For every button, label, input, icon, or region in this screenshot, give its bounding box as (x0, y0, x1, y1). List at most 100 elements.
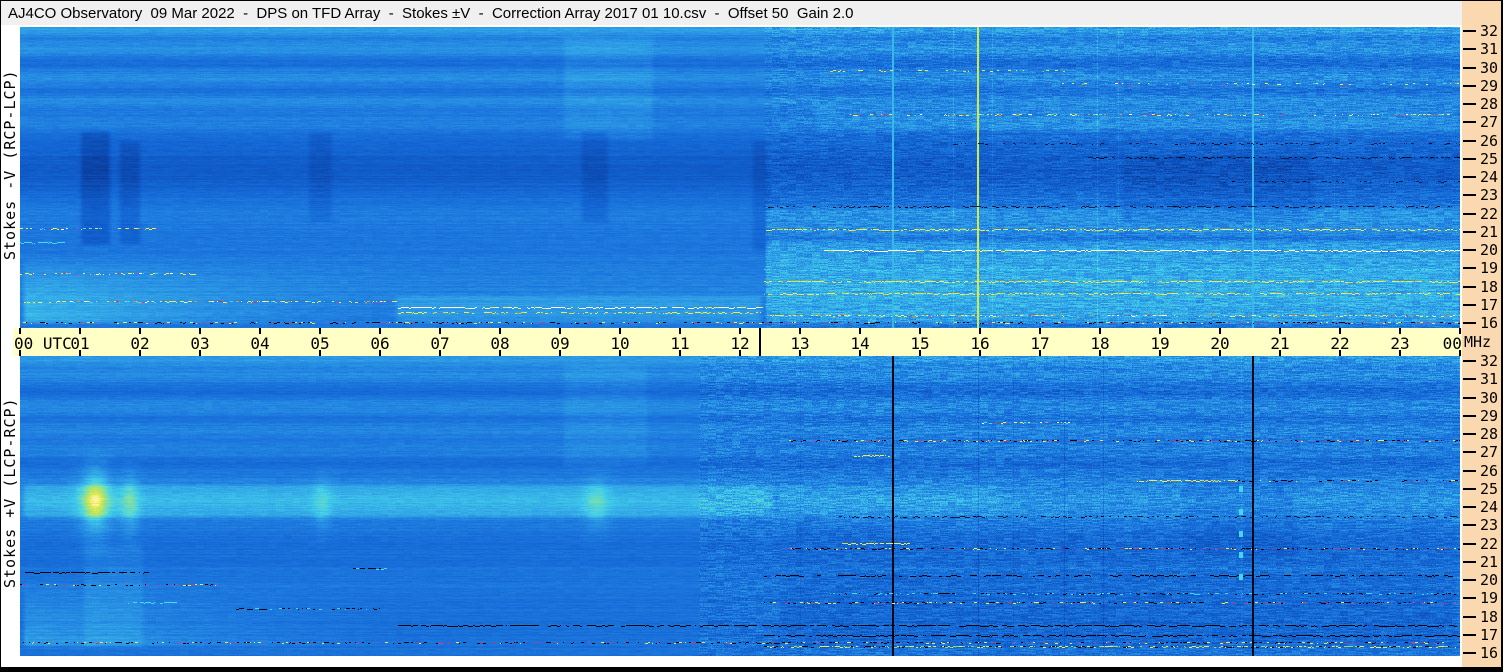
freq-tick-label: 16 (1480, 644, 1499, 662)
freq-tick (1463, 396, 1476, 399)
time-tick-label: 13 (790, 334, 810, 353)
window-border-bottom (0, 667, 1503, 672)
freq-tick-label: 21 (1480, 222, 1499, 241)
freq-tick-label: 16 (1480, 314, 1499, 332)
spectrogram-stokes-minus-v (20, 27, 1460, 328)
time-tick-label: 12 (730, 334, 750, 353)
freq-tick-label: 22 (1480, 534, 1499, 553)
freq-tick-label: 25 (1480, 149, 1499, 168)
title-bar: AJ4CO Observatory 09 Mar 2022 - DPS on T… (1, 1, 1462, 25)
freq-tick-label: 32 (1480, 22, 1499, 40)
freq-tick-label: 23 (1480, 516, 1499, 535)
freq-tick-label: 18 (1480, 607, 1499, 626)
freq-tick (1463, 652, 1476, 654)
time-tick-label: 00 UTC (14, 334, 72, 353)
freq-tick (1463, 249, 1476, 251)
freq-tick (1463, 303, 1476, 306)
freq-tick-label: 29 (1480, 76, 1499, 95)
time-axis: 00 UTC 01 02 03 04 05 06 07 08 09 10 11 12 13 14 15 16 17… (13, 328, 1462, 356)
freq-tick (1463, 103, 1476, 105)
freq-tick (1463, 542, 1476, 545)
window-border-top (0, 0, 1503, 1)
freq-tick (1463, 267, 1476, 270)
freq-tick (1463, 597, 1476, 600)
freq-tick-label: 31 (1480, 370, 1499, 389)
time-tick-label: 14 (850, 334, 870, 353)
freq-tick-label: 25 (1480, 479, 1499, 498)
freq-tick (1463, 230, 1476, 233)
freq-tick (1463, 322, 1476, 324)
freq-tick-label: 29 (1480, 406, 1499, 425)
freq-tick (1463, 84, 1476, 87)
freq-tick (1463, 487, 1476, 490)
freq-tick (1463, 139, 1476, 142)
freq-tick (1463, 633, 1476, 636)
time-tick-label: 20 (1210, 334, 1230, 353)
time-tick-label: 06 (370, 334, 390, 353)
freq-tick (1463, 212, 1476, 215)
freq-tick (1463, 378, 1476, 381)
time-tick-label: 23 (1390, 334, 1410, 353)
time-tick-label: 10 (610, 334, 630, 353)
left-label-stokes-plus-v: Stokes +V (LCP-RCP) (1, 397, 19, 588)
freq-tick (1463, 176, 1476, 178)
freq-tick (1463, 157, 1476, 160)
freq-tick-label: 20 (1480, 571, 1499, 589)
freq-tick-label: 19 (1480, 259, 1499, 278)
time-tick-label: 16 (970, 334, 990, 353)
freq-tick (1463, 414, 1476, 417)
freq-tick (1463, 506, 1476, 508)
freq-tick (1463, 66, 1476, 69)
freq-tick-label: 24 (1480, 168, 1499, 186)
time-tick-label: 05 (310, 334, 330, 353)
rss-window: AJ4CO Observatory 09 Mar 2022 - DPS on T… (0, 0, 1503, 672)
time-tick-label: 19 (1150, 334, 1170, 353)
freq-tick-label: 27 (1480, 443, 1499, 462)
freq-tick-label: 24 (1480, 498, 1499, 516)
freq-tick (1463, 194, 1476, 197)
time-tick-label: 22 (1330, 334, 1350, 353)
freq-tick-label: 32 (1480, 352, 1499, 370)
window-border-left (0, 0, 1, 672)
time-axis-marker (758, 328, 761, 356)
freq-tick (1463, 579, 1476, 581)
freq-tick-label: 28 (1480, 425, 1499, 443)
freq-tick-label: 27 (1480, 113, 1499, 132)
freq-tick-label: 26 (1480, 461, 1499, 480)
time-tick-label: 15 (910, 334, 930, 353)
time-tick-label: 17 (1030, 334, 1050, 353)
spectrogram-stokes-plus-v (20, 356, 1460, 656)
freq-tick-label: 30 (1480, 58, 1499, 77)
freq-tick (1463, 451, 1476, 454)
freq-tick-label: 30 (1480, 388, 1499, 407)
window-title: AJ4CO Observatory 09 Mar 2022 - DPS on T… (8, 4, 854, 22)
freq-tick (1463, 121, 1476, 124)
freq-tick (1463, 469, 1476, 472)
time-tick-label: 02 (130, 334, 150, 353)
freq-tick-label: 17 (1480, 625, 1499, 644)
freq-tick-label: 18 (1480, 277, 1499, 296)
freq-tick-label: 20 (1480, 241, 1499, 259)
time-tick-label: 07 (430, 334, 450, 353)
freq-tick (1463, 433, 1476, 435)
time-tick-label: 11 (670, 334, 690, 353)
freq-tick (1463, 48, 1476, 51)
freq-tick-label: 19 (1480, 589, 1499, 608)
freq-unit-label: MHz (1464, 333, 1492, 351)
time-tick-label: 04 (250, 334, 270, 353)
time-tick-label: 08 (490, 334, 510, 353)
freq-tick (1463, 615, 1476, 618)
time-tick-label: 18 (1090, 334, 1110, 353)
freq-tick-label: 23 (1480, 186, 1499, 205)
time-tick-label: 21 (1270, 334, 1290, 353)
time-tick-label: 00 (1442, 334, 1462, 353)
freq-tick (1463, 560, 1476, 563)
freq-tick-label: 26 (1480, 131, 1499, 150)
freq-tick-label: 31 (1480, 40, 1499, 59)
left-label-stokes-minus-v: Stokes -V (RCP-LCP) (1, 69, 19, 260)
time-tick-label: 03 (190, 334, 210, 353)
freq-tick-label: 22 (1480, 204, 1499, 223)
freq-tick-label: 21 (1480, 552, 1499, 571)
freq-tick (1463, 360, 1476, 362)
freq-tick (1463, 30, 1476, 32)
